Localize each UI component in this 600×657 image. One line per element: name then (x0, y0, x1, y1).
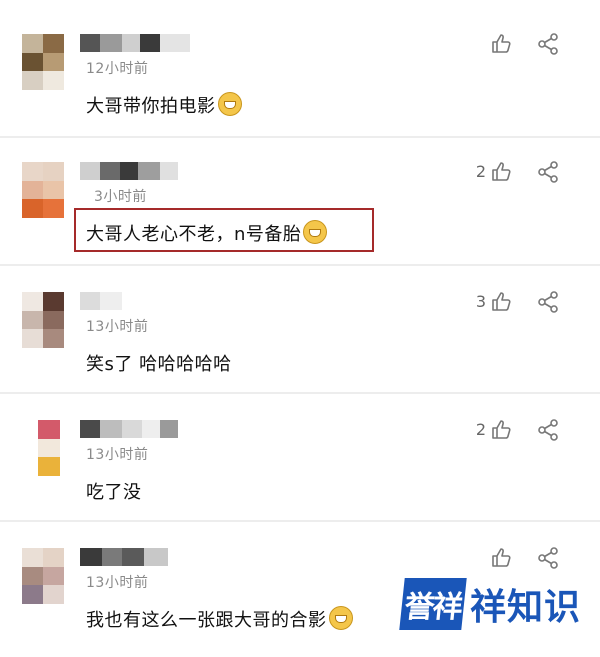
share-icon[interactable] (536, 290, 560, 314)
divider (0, 392, 600, 394)
comment-time: 13小时前 (86, 575, 149, 591)
share-icon[interactable] (536, 418, 560, 442)
share-icon[interactable] (536, 546, 560, 570)
doge-emoji (328, 606, 353, 630)
avatar[interactable] (38, 420, 60, 476)
highlight-box (74, 208, 374, 252)
like-count: 2 (475, 420, 486, 439)
avatar[interactable] (22, 162, 64, 218)
thumbs-up-icon[interactable] (489, 160, 513, 184)
comment-time: 13小时前 (86, 447, 149, 463)
divider (0, 264, 600, 266)
watermark-logo: 誉祥 (399, 578, 467, 630)
avatar[interactable] (22, 34, 64, 90)
username-blurred[interactable] (80, 292, 122, 310)
avatar[interactable] (22, 548, 64, 604)
like-count: 3 (475, 292, 486, 311)
share-icon[interactable] (536, 32, 560, 56)
username-blurred[interactable] (80, 34, 190, 52)
divider (0, 520, 600, 522)
comment-text: 大哥带你拍电影 (86, 92, 242, 118)
thumbs-up-icon[interactable] (489, 290, 513, 314)
grinning-emoji (217, 92, 242, 116)
username-blurred[interactable] (80, 548, 168, 566)
like-count: 2 (475, 162, 486, 181)
comment-time: 3小时前 (94, 189, 147, 205)
thumbs-up-icon[interactable] (489, 546, 513, 570)
comment-text: 笑s了 哈哈哈哈哈 (86, 354, 232, 375)
thumbs-up-icon[interactable] (489, 32, 513, 56)
thumbs-up-icon[interactable] (489, 418, 513, 442)
share-icon[interactable] (536, 160, 560, 184)
watermark: 誉祥 祥知识 (399, 578, 582, 630)
divider (0, 136, 600, 138)
avatar[interactable] (22, 292, 64, 348)
username-blurred[interactable] (80, 162, 178, 180)
comment-text: 我也有这么一张跟大哥的合影 (86, 606, 353, 632)
watermark-text: 祥知识 (470, 587, 582, 628)
comment-time: 12小时前 (86, 61, 149, 77)
comment-time: 13小时前 (86, 319, 149, 335)
username-blurred[interactable] (80, 420, 178, 438)
comment-text: 吃了没 (86, 482, 142, 503)
